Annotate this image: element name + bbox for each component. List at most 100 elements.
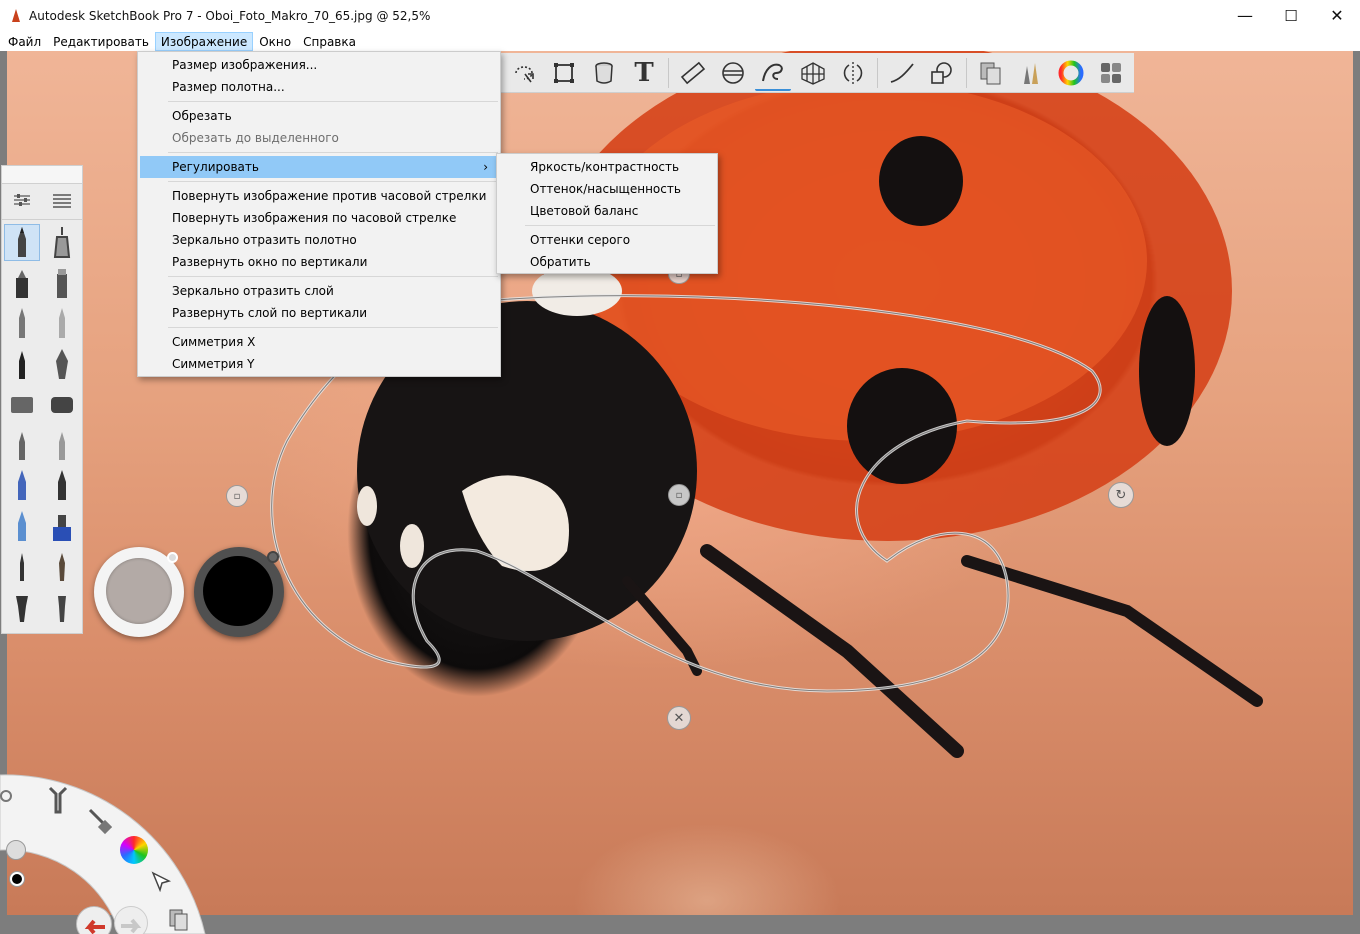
- tools-icon[interactable]: [46, 784, 70, 814]
- brush-library-icon[interactable]: [1013, 55, 1049, 91]
- lagoon-settings-icon[interactable]: [0, 790, 12, 802]
- airbrush-icon[interactable]: [2, 384, 42, 425]
- flat-brush-icon[interactable]: [2, 587, 42, 628]
- puck-toggle-icon[interactable]: [267, 551, 279, 563]
- menu-symmetry-x[interactable]: Симметрия X: [138, 331, 500, 353]
- pencil-brush-icon[interactable]: [4, 224, 40, 261]
- adjust-submenu: Яркость/контрастность Оттенок/насыщеннос…: [496, 153, 718, 274]
- symmetry-icon[interactable]: [835, 55, 871, 91]
- menu-rotate-ccw[interactable]: Повернуть изображение против часовой стр…: [138, 185, 500, 207]
- toolbar-separator: [966, 57, 967, 88]
- window-controls: — ☐ ✕: [1222, 0, 1360, 31]
- blue-pencil-brush-icon[interactable]: [2, 465, 42, 506]
- fan-brush-icon[interactable]: [42, 587, 82, 628]
- menu-crop-to-selection: Обрезать до выделенного: [172, 131, 339, 145]
- ink-bottle-brush-icon[interactable]: [42, 506, 82, 547]
- shapes-icon[interactable]: [924, 55, 960, 91]
- menu-help[interactable]: Справка: [297, 32, 362, 51]
- minimize-button[interactable]: —: [1222, 0, 1268, 31]
- menu-image[interactable]: Изображение: [154, 31, 254, 51]
- curve-ruler-icon[interactable]: [755, 55, 791, 91]
- menu-image-size[interactable]: Размер изображения...: [138, 54, 500, 76]
- menu-flip-canvas-vertical[interactable]: Развернуть окно по вертикали: [138, 251, 500, 273]
- secondary-color-puck[interactable]: [94, 547, 184, 637]
- menu-file[interactable]: Файл: [2, 32, 47, 51]
- menu-mirror-layer[interactable]: Зеркально отразить слой: [138, 280, 500, 302]
- toolbar-separator: [668, 57, 669, 88]
- menu-separator: [168, 152, 498, 153]
- menu-invert[interactable]: Обратить: [497, 251, 717, 273]
- felt-pen-brush-icon[interactable]: [42, 263, 82, 304]
- marker-brush-icon[interactable]: [2, 263, 42, 304]
- redo-icon[interactable]: [114, 906, 148, 934]
- layers-icon[interactable]: [973, 55, 1009, 91]
- dark-pencil-brush-icon[interactable]: [42, 465, 82, 506]
- lagoon-select-icon[interactable]: [150, 870, 172, 893]
- lagoon-color-dot-icon[interactable]: [10, 872, 24, 886]
- menu-bar: Файл Редактировать Изображение Окно Спра…: [0, 31, 1360, 51]
- menu-separator: [168, 276, 498, 277]
- brush-grid: [2, 220, 82, 627]
- brush-list-icon[interactable]: [52, 192, 72, 211]
- secondary-color-swatch: [106, 558, 172, 624]
- perspective-grid-icon[interactable]: [795, 55, 831, 91]
- calligraphy-brush-icon[interactable]: [42, 425, 82, 466]
- menu-grayscale[interactable]: Оттенки серого: [497, 229, 717, 251]
- technical-pen-brush-icon[interactable]: [42, 222, 82, 263]
- menu-flip-layer-vertical[interactable]: Развернуть слой по вертикали: [138, 302, 500, 324]
- soft-airbrush-icon[interactable]: [42, 384, 82, 425]
- chisel-brush-icon[interactable]: [2, 425, 42, 466]
- hard-pencil-brush-icon[interactable]: [42, 303, 82, 344]
- stroke-stabilizer-icon[interactable]: [884, 55, 920, 91]
- menu-brightness-contrast[interactable]: Яркость/контрастность: [497, 156, 717, 178]
- menu-mirror-canvas[interactable]: Зеркально отразить полотно: [138, 229, 500, 251]
- menu-symmetry-y[interactable]: Симметрия Y: [138, 353, 500, 375]
- title-bar: Autodesk SketchBook Pro 7 - Oboi_Foto_Ma…: [0, 0, 1360, 31]
- ruler-rotate-handle[interactable]: ↻: [1108, 482, 1134, 508]
- menu-separator: [168, 101, 498, 102]
- menu-canvas-size[interactable]: Размер полотна...: [138, 76, 500, 98]
- maximize-button[interactable]: ☐: [1268, 0, 1314, 31]
- chevron-right-icon: ›: [483, 160, 488, 174]
- lagoon-color-wheel-icon[interactable]: [120, 836, 148, 864]
- menu-hue-saturation[interactable]: Оттенок/насыщенность: [497, 178, 717, 200]
- menu-edit[interactable]: Редактировать: [47, 32, 155, 51]
- menu-rotate-cw[interactable]: Повернуть изображения по часовой стрелке: [138, 207, 500, 229]
- menu-crop[interactable]: Обрезать: [138, 105, 500, 127]
- ruler-close-handle[interactable]: ✕: [667, 706, 691, 730]
- undo-icon[interactable]: [76, 906, 112, 934]
- ellipse-ruler-icon[interactable]: [715, 55, 751, 91]
- menu-adjust[interactable]: Регулировать ›: [140, 156, 498, 178]
- ruler-scale-handle[interactable]: ▫: [226, 485, 248, 507]
- toolbar-separator: [877, 57, 878, 88]
- lasso-select-icon[interactable]: [506, 55, 542, 91]
- primary-color-puck[interactable]: [194, 547, 284, 637]
- lagoon-layers-icon[interactable]: [168, 908, 190, 932]
- highlighter-brush-icon[interactable]: [2, 506, 42, 547]
- brush-properties-icon[interactable]: [13, 192, 31, 211]
- ruler-icon[interactable]: [675, 55, 711, 91]
- window-title: Autodesk SketchBook Pro 7 - Oboi_Foto_Ma…: [29, 8, 431, 23]
- ink-pen-brush-icon[interactable]: [2, 344, 42, 385]
- close-button[interactable]: ✕: [1314, 0, 1360, 31]
- fill-bucket-icon[interactable]: [586, 55, 622, 91]
- toolbox-grid-icon[interactable]: [1093, 55, 1129, 91]
- puck-toggle-icon[interactable]: [167, 552, 178, 563]
- paintbrush-brush-icon[interactable]: [2, 546, 42, 587]
- color-wheel-icon[interactable]: [1053, 55, 1089, 91]
- brush-tool-icon[interactable]: [88, 806, 113, 836]
- ballpoint-brush-icon[interactable]: [2, 303, 42, 344]
- menu-window[interactable]: Окно: [253, 32, 297, 51]
- text-tool-icon[interactable]: T: [626, 55, 662, 91]
- lagoon-brush-size-icon[interactable]: [6, 840, 26, 860]
- transform-icon[interactable]: [546, 55, 582, 91]
- menu-color-balance[interactable]: Цветовой баланс: [497, 200, 717, 222]
- palette-drag-handle[interactable]: [2, 166, 82, 184]
- menu-adjust-label: Регулировать: [172, 160, 259, 174]
- ruler-move-handle[interactable]: ▫: [668, 484, 690, 506]
- nib-pen-brush-icon[interactable]: [42, 344, 82, 385]
- round-brush-icon[interactable]: [42, 546, 82, 587]
- menu-separator: [168, 181, 498, 182]
- palette-controls: [2, 184, 82, 220]
- menu-separator: [525, 225, 715, 226]
